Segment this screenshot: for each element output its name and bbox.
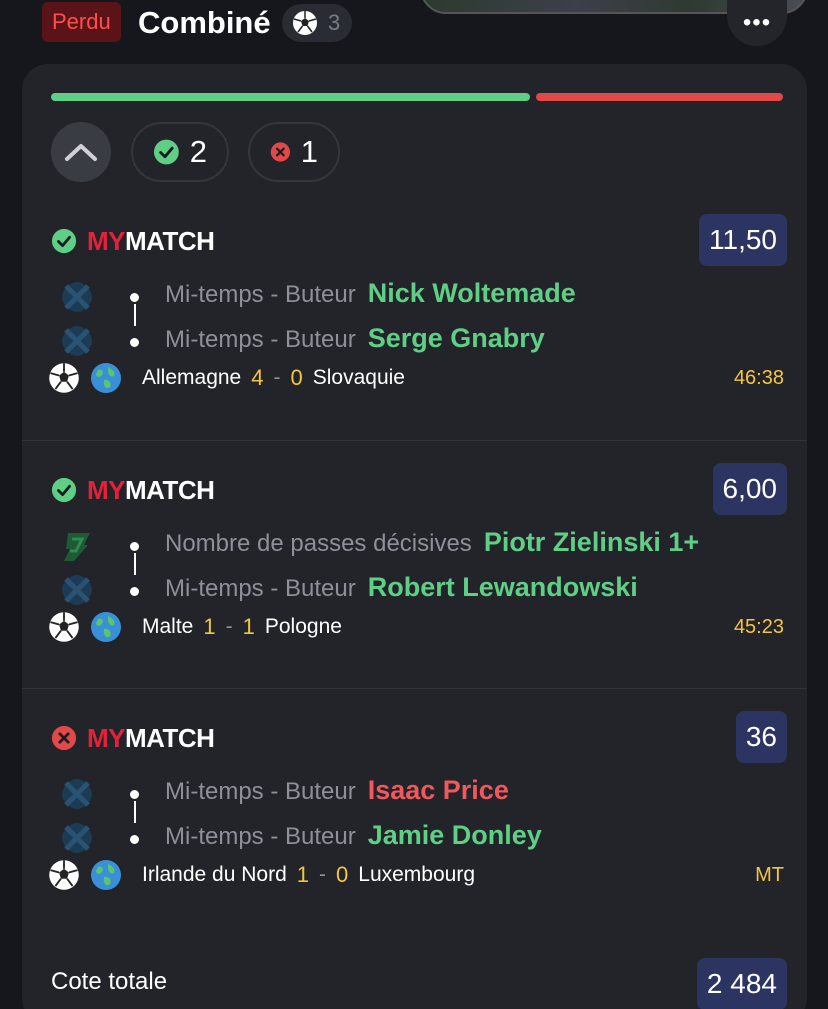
match-row[interactable]: Irlande du Nord 1 - 0 Luxembourg MT: [48, 859, 784, 891]
score-separator: -: [273, 366, 281, 389]
lost-count-pill[interactable]: 1: [248, 122, 340, 182]
scorer-icon: [62, 823, 92, 853]
odds-badge: 11,50: [699, 214, 787, 266]
selection-market: Mi-temps - Buteur: [165, 326, 356, 353]
mymatch-section[interactable]: MYMATCH 6,00 Nombre de passes décisives …: [22, 440, 807, 688]
timeline-line: [134, 304, 136, 326]
score-separator: -: [225, 615, 233, 638]
match-time: 46:38: [733, 366, 784, 389]
home-team: Irlande du Nord: [142, 863, 287, 886]
total-odds-value: 2 484: [696, 958, 787, 1009]
selection-row: Mi-temps - Buteur Isaac Price: [165, 775, 509, 806]
won-count-pill[interactable]: 2: [131, 122, 229, 182]
away-team: Pologne: [264, 615, 342, 638]
timeline-dot: [130, 338, 139, 347]
won-count: 2: [189, 134, 207, 169]
collapse-button[interactable]: [51, 122, 111, 182]
scorer-icon: [62, 779, 92, 809]
selection-player: Isaac Price: [367, 775, 509, 805]
page-title: Combiné: [138, 5, 271, 40]
selection-player: Piotr Zielinski 1+: [483, 527, 700, 557]
selection-player: Jamie Donley: [367, 820, 542, 850]
home-team: Allemagne: [142, 366, 242, 389]
away-team: Luxembourg: [358, 863, 476, 886]
mymatch-logo: MYMATCH: [87, 475, 215, 505]
check-circle-icon: [51, 228, 77, 254]
selection-row: Mi-temps - Buteur Robert Lewandowski: [165, 572, 638, 603]
timeline-dot: [130, 835, 139, 844]
away-team: Slovaquie: [312, 366, 405, 389]
soccer-ball-icon: [49, 612, 79, 642]
timeline-dot: [130, 293, 139, 302]
away-score: 1: [242, 614, 255, 639]
selection-player: Nick Woltemade: [367, 278, 576, 308]
match-time: MT: [755, 863, 784, 886]
home-score: 4: [251, 365, 264, 390]
check-circle-icon: [51, 477, 77, 503]
mymatch-logo: MYMATCH: [87, 723, 215, 753]
progress-lost-segment: [536, 93, 783, 101]
sport-count-pill: 3: [282, 4, 353, 42]
chevron-up-icon: [65, 144, 97, 161]
selection-market: Mi-temps - Buteur: [165, 575, 356, 602]
progress-won-segment: [51, 93, 530, 101]
selection-market: Mi-temps - Buteur: [165, 823, 356, 850]
home-team: Malte: [142, 615, 194, 638]
home-score: 1: [296, 862, 310, 887]
more-options-button[interactable]: •••: [727, 0, 787, 46]
selection-market: Mi-temps - Buteur: [165, 281, 356, 308]
selection-market: Mi-temps - Buteur: [165, 778, 356, 805]
mymatch-section[interactable]: MYMATCH 36 Mi-temps - Buteur Isaac Price…: [22, 688, 807, 936]
check-circle-icon: [153, 139, 179, 165]
selection-player: Robert Lewandowski: [367, 572, 638, 602]
selection-market: Nombre de passes décisives: [165, 530, 472, 557]
lost-count: 1: [300, 134, 318, 169]
mymatch-header: MYMATCH: [51, 475, 215, 505]
odds-badge: 6,00: [712, 463, 787, 515]
scorer-icon: [62, 575, 92, 605]
home-score: 1: [203, 614, 216, 639]
status-badge: Perdu: [42, 2, 121, 42]
timeline-dot: [130, 790, 139, 799]
soccer-ball-icon: [49, 363, 79, 393]
selection-player: Serge Gnabry: [367, 323, 545, 353]
assist-icon: [64, 533, 90, 561]
header: Perdu Combiné 3 •••: [0, 0, 828, 64]
scorer-icon: [62, 282, 92, 312]
selection-row: Mi-temps - Buteur Nick Woltemade: [165, 278, 576, 309]
selection-row: Mi-temps - Buteur Jamie Donley: [165, 820, 542, 851]
globe-icon: [91, 363, 121, 393]
result-progress-bar: [51, 93, 783, 101]
bet-card: 2 1 MYMATCH 11,50 Mi-temps - Buteur Nick…: [22, 64, 807, 1009]
cross-circle-icon: [270, 142, 291, 162]
timeline-dot: [130, 587, 139, 596]
mymatch-header: MYMATCH: [51, 723, 215, 753]
mymatch-header: MYMATCH: [51, 226, 215, 256]
sport-count: 3: [328, 10, 341, 35]
odds-badge: 36: [735, 711, 787, 763]
globe-icon: [91, 612, 121, 642]
mymatch-section[interactable]: MYMATCH 11,50 Mi-temps - Buteur Nick Wol…: [22, 192, 807, 440]
match-row[interactable]: Malte 1 - 1 Pologne 45:23: [48, 611, 784, 643]
soccer-ball-icon: [293, 11, 317, 35]
match-row[interactable]: Allemagne 4 - 0 Slovaquie 46:38: [48, 362, 784, 394]
selection-row: Mi-temps - Buteur Serge Gnabry: [165, 323, 545, 354]
cross-circle-icon: [51, 725, 77, 751]
soccer-ball-icon: [49, 860, 79, 890]
away-score: 0: [290, 365, 303, 390]
timeline-line: [134, 553, 136, 575]
total-odds-label: Cote totale: [51, 968, 168, 995]
away-score: 0: [336, 862, 349, 887]
timeline-line: [134, 801, 136, 823]
globe-icon: [91, 860, 121, 890]
timeline-dot: [130, 542, 139, 551]
scorer-icon: [62, 326, 92, 356]
total-odds-row: Cote totale 2 484: [51, 958, 787, 1009]
mymatch-logo: MYMATCH: [87, 226, 215, 256]
selection-row: Nombre de passes décisives Piotr Zielins…: [165, 527, 699, 558]
score-separator: -: [319, 863, 327, 886]
match-time: 45:23: [733, 615, 784, 638]
